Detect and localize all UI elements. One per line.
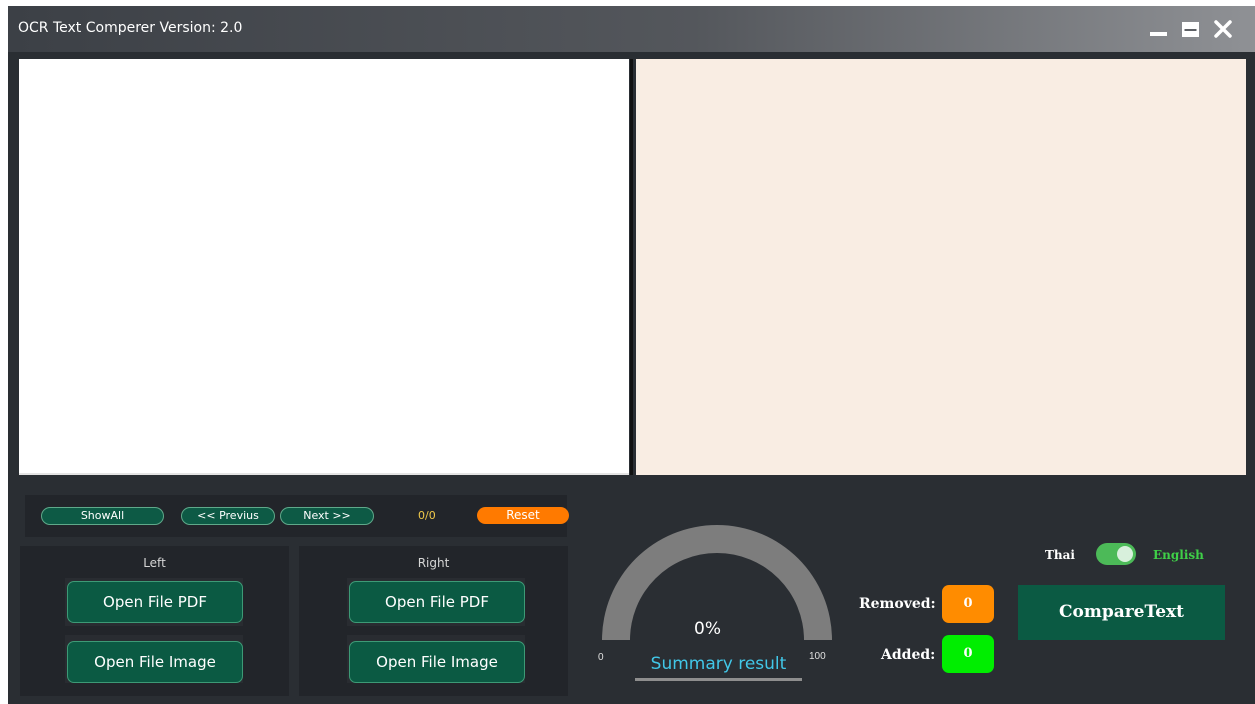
right-panel-label: Right bbox=[417, 556, 450, 570]
next-button[interactable]: Next >> bbox=[280, 507, 374, 525]
left-panel-label: Left bbox=[143, 556, 166, 570]
right-text-pane[interactable] bbox=[636, 59, 1246, 475]
previous-button[interactable]: << Previus bbox=[181, 507, 275, 525]
toggle-knob bbox=[1117, 546, 1133, 562]
app-window: OCR Text Comperer Version: 2.0 ShowAll <… bbox=[8, 6, 1255, 704]
maximize-icon[interactable] bbox=[1180, 18, 1202, 40]
right-file-panel: Right Open File PDF Open File Image bbox=[299, 546, 568, 696]
right-open-pdf-button[interactable]: Open File PDF bbox=[349, 581, 525, 623]
left-open-pdf-button[interactable]: Open File PDF bbox=[67, 581, 243, 623]
minimize-icon[interactable] bbox=[1148, 18, 1170, 40]
pane-splitter[interactable] bbox=[630, 59, 633, 475]
gauge-max-label: 100 bbox=[809, 651, 826, 662]
right-open-image-button[interactable]: Open File Image bbox=[349, 641, 525, 683]
compare-text-button[interactable]: CompareText bbox=[1018, 585, 1225, 640]
added-label: Added: bbox=[881, 647, 936, 663]
reset-button[interactable]: Reset bbox=[477, 507, 569, 524]
window-title: OCR Text Comperer Version: 2.0 bbox=[18, 20, 243, 36]
language-thai-label: Thai bbox=[1045, 548, 1075, 562]
left-text-pane[interactable] bbox=[19, 59, 629, 475]
removed-label: Removed: bbox=[859, 596, 936, 612]
difference-counter: 0/0 bbox=[418, 509, 436, 522]
removed-count-badge: 0 bbox=[942, 585, 994, 623]
show-all-button[interactable]: ShowAll bbox=[41, 507, 164, 525]
language-toggle[interactable] bbox=[1096, 543, 1136, 565]
left-file-panel: Left Open File PDF Open File Image bbox=[20, 546, 289, 696]
navigation-panel: ShowAll << Previus Next >> 0/0 Reset bbox=[25, 495, 569, 537]
summary-result-label: Summary result bbox=[635, 654, 802, 681]
gauge-percent: 0% bbox=[694, 619, 721, 639]
language-english-label: English bbox=[1153, 548, 1204, 562]
left-open-image-button[interactable]: Open File Image bbox=[67, 641, 243, 683]
title-bar[interactable]: OCR Text Comperer Version: 2.0 bbox=[8, 6, 1255, 52]
added-count-badge: 0 bbox=[942, 635, 994, 673]
gauge-min-label: 0 bbox=[598, 652, 604, 663]
close-icon[interactable] bbox=[1212, 18, 1234, 40]
